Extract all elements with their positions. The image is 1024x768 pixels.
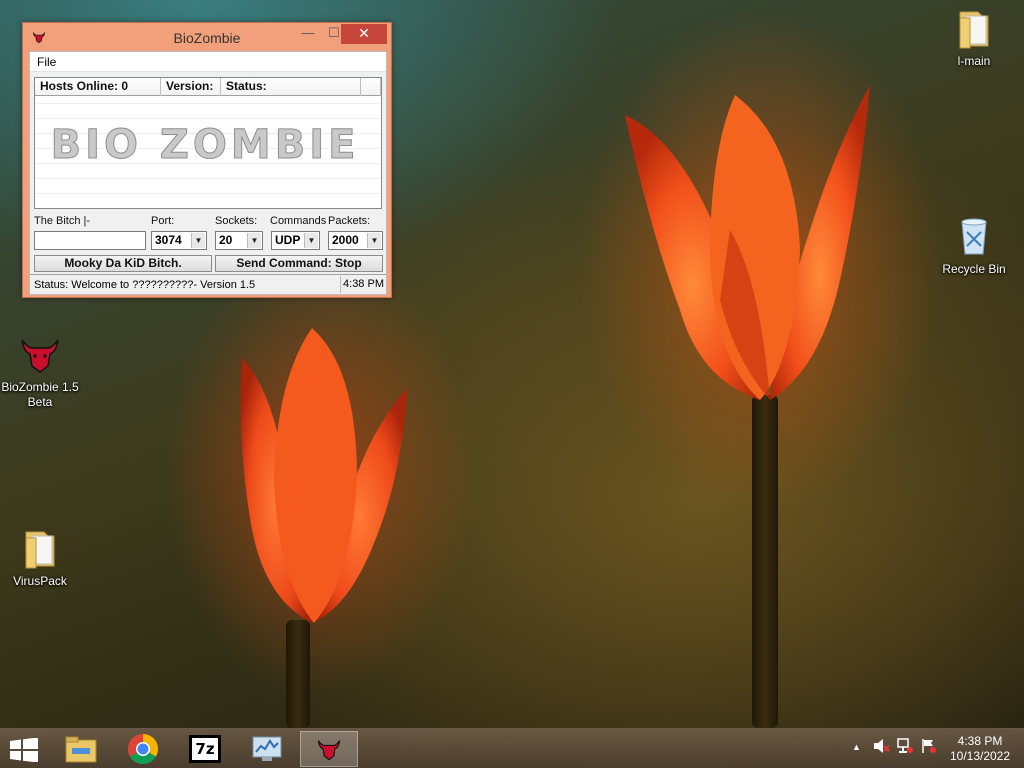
network-icon[interactable]	[896, 737, 914, 755]
target-input[interactable]	[34, 231, 146, 250]
status-bar: Status: Welcome to ??????????- Version 1…	[30, 274, 386, 294]
port-value: 3074	[155, 233, 182, 247]
biozombie-icon	[317, 740, 341, 761]
desktop-icon-biozombie[interactable]: BioZombie 1.5 Beta	[0, 332, 80, 410]
tulip-stem-right	[752, 395, 778, 728]
menu-bar: File	[30, 52, 386, 72]
tulip-right	[625, 85, 870, 400]
volume-muted-icon[interactable]	[872, 737, 890, 755]
taskbar-7zip[interactable]: 7z	[176, 731, 234, 767]
list-body: BIO ZOMBIE	[35, 96, 381, 208]
close-button[interactable]: ✕	[341, 24, 387, 44]
port-select[interactable]: 3074 ▼	[151, 231, 207, 250]
7zip-icon: 7z	[189, 735, 221, 763]
mooky-button[interactable]: Mooky Da KiD Bitch.	[34, 255, 212, 272]
column-status[interactable]: Status:	[221, 78, 361, 96]
7zip-icon-text: 7z	[195, 740, 215, 758]
chrome-icon	[127, 734, 159, 765]
desktop-icon-recycle-bin[interactable]: Recycle Bin	[934, 214, 1014, 277]
column-version[interactable]: Version:	[161, 78, 221, 96]
desktop-icon-label: l-main	[957, 54, 991, 68]
file-explorer-icon	[65, 736, 97, 763]
tulip-left	[240, 328, 407, 623]
folder-icon	[959, 11, 989, 49]
desktop-icon-label: VirusPack	[13, 574, 67, 588]
chevron-down-icon[interactable]: ▼	[304, 233, 318, 248]
packets-value: 2000	[332, 233, 359, 247]
recycle-bin-icon	[961, 218, 987, 255]
tulip-stem-left	[286, 620, 310, 728]
taskbar-biozombie[interactable]	[300, 731, 358, 767]
hosts-list[interactable]: Hosts Online: 0 Version: Status: BIO ZOM…	[34, 77, 382, 209]
sockets-select[interactable]: 20 ▼	[215, 231, 263, 250]
packets-label: Packets:	[328, 215, 371, 227]
desktop-icon-viruspack[interactable]: VirusPack	[0, 526, 80, 589]
window-client: File Hosts Online: 0 Version: Status: BI…	[29, 51, 387, 295]
sockets-label: Sockets:	[215, 215, 258, 227]
commands-label: Commands	[270, 215, 327, 227]
sockets-value: 20	[219, 233, 233, 247]
column-extra[interactable]	[361, 78, 381, 96]
chevron-down-icon[interactable]: ▼	[191, 233, 205, 248]
commands-select[interactable]: UDP ▼	[271, 231, 320, 250]
biozombie-window[interactable]: BioZombie — ☐ ✕ File Hosts Online: 0 Ver…	[22, 22, 392, 298]
list-header: Hosts Online: 0 Version: Status:	[35, 78, 381, 96]
taskbar-clock[interactable]: 4:38 PM 10/13/2022	[940, 734, 1020, 764]
packets-select[interactable]: 2000 ▼	[328, 231, 383, 250]
chevron-down-icon[interactable]: ▼	[247, 233, 261, 248]
chevron-down-icon[interactable]: ▼	[367, 233, 381, 248]
title-bar[interactable]: BioZombie — ☐ ✕	[23, 23, 391, 51]
status-time: 4:38 PM	[340, 276, 386, 293]
bull-icon	[21, 339, 59, 373]
mooky-button-label: Mooky Da KiD Bitch.	[64, 256, 182, 270]
resource-monitor-icon	[252, 736, 282, 761]
desktop-icon-label: Recycle Bin	[942, 262, 1006, 276]
taskbar: 7z ▲ 4:38 PM 10/13/2022	[0, 728, 1024, 768]
desktop-icon-label: BioZombie 1.5 Beta	[1, 380, 79, 409]
desktop-icon-l-main[interactable]: l-main	[934, 6, 1014, 69]
biozombie-logo: BIO ZOMBIE	[50, 122, 360, 169]
menu-file[interactable]: File	[37, 55, 56, 69]
folder-icon	[25, 531, 55, 569]
logo-text: BIO ZOMBIE	[51, 122, 360, 168]
clock-time: 4:38 PM	[957, 734, 1003, 748]
taskbar-chrome[interactable]	[114, 731, 172, 767]
tray-chevron[interactable]: ▲	[852, 742, 861, 752]
send-command-button[interactable]: Send Command: Stop	[215, 255, 383, 272]
commands-value: UDP	[275, 233, 301, 247]
taskbar-resource-monitor[interactable]	[238, 731, 296, 767]
send-command-label: Send Command: Stop	[236, 256, 362, 270]
column-hosts-online[interactable]: Hosts Online: 0	[35, 78, 161, 96]
action-center-icon[interactable]	[920, 737, 938, 755]
port-label: Port:	[151, 215, 175, 227]
minimize-button[interactable]: —	[295, 24, 321, 44]
clock-date: 10/13/2022	[949, 749, 1011, 763]
windows-start-icon[interactable]	[9, 738, 39, 762]
target-label: The Bitch |-	[34, 215, 91, 227]
taskbar-file-explorer[interactable]	[52, 731, 110, 767]
status-text: Status: Welcome to ??????????- Version 1…	[34, 279, 256, 291]
